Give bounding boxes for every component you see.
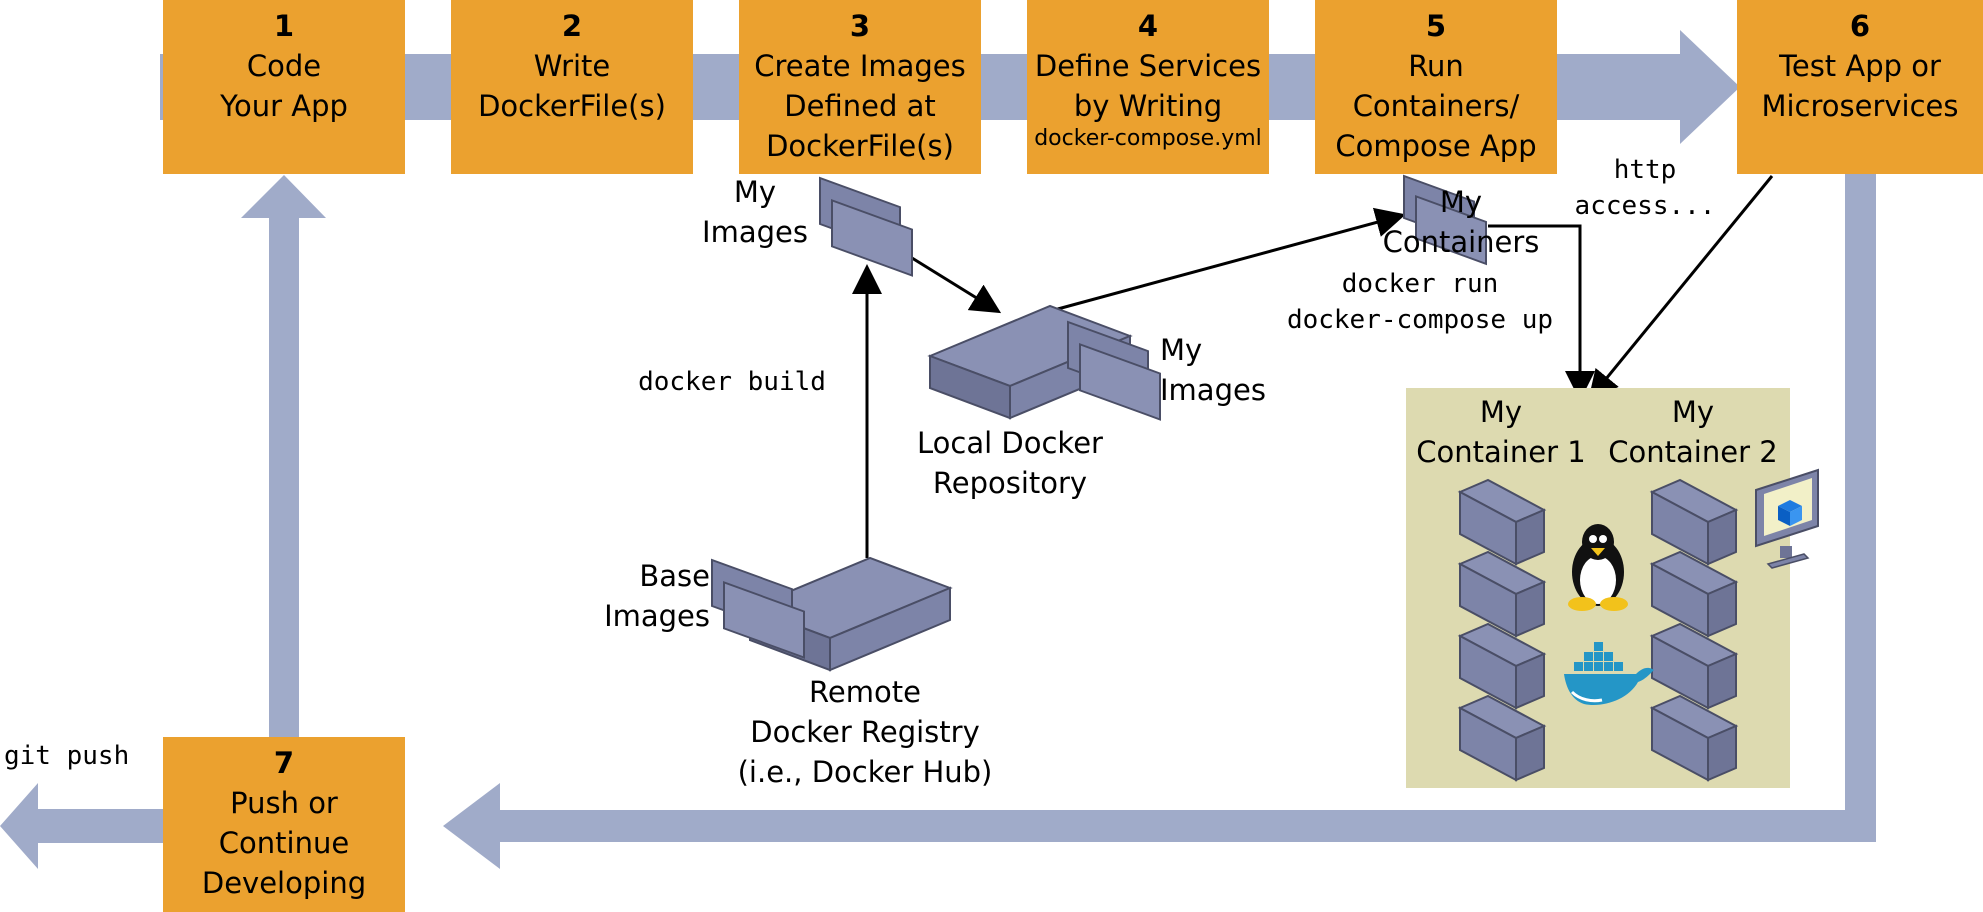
step-sublabel: docker-compose.yml	[1034, 126, 1262, 151]
container-icon	[1649, 622, 1739, 710]
container-icon	[1649, 550, 1739, 638]
container-icon	[1457, 478, 1547, 566]
container-icon	[1649, 694, 1739, 782]
step-label: Run Containers/ Compose App	[1335, 49, 1537, 163]
remote-docker-registry-label: Remote Docker Registry (i.e., Docker Hub…	[737, 675, 993, 789]
step-2-write-dockerfile: 2 Write DockerFile(s)	[451, 0, 693, 174]
step-label: Create Images Defined at DockerFile(s)	[754, 49, 966, 163]
step-number: 2	[561, 9, 583, 43]
step-label: Test App or Microservices	[1761, 49, 1959, 123]
my-container-2-label: My Container 2	[1608, 395, 1778, 469]
step-3-create-images: 3 Create Images Defined at DockerFile(s)	[739, 0, 981, 174]
step-number: 1	[273, 9, 295, 43]
monitor-icon	[1755, 468, 1819, 569]
container-icon	[1457, 622, 1547, 710]
http-access-command: http access...	[1574, 155, 1716, 221]
linux-penguin-icon	[1568, 524, 1628, 611]
my-images-local-label: My Images	[1160, 333, 1266, 407]
my-containers-label: My Containers	[1382, 185, 1540, 259]
step-5-run-containers: 5 Run Containers/ Compose App	[1315, 0, 1557, 174]
step-number: 3	[849, 9, 871, 43]
step-number: 6	[1849, 9, 1871, 43]
docker-whale-icon	[1564, 642, 1654, 706]
step-4-define-services: 4 Define Services by Writing docker-comp…	[1027, 0, 1269, 174]
step-1-code-app: 1 Code Your App	[163, 0, 405, 174]
git-push-command: git push	[4, 741, 130, 771]
container-icon	[1457, 694, 1547, 782]
base-images-label: Base Images	[604, 559, 710, 633]
container2-stack	[1649, 478, 1739, 782]
my-images-label: My Images	[702, 175, 808, 249]
step-number: 7	[273, 746, 295, 780]
container-icon	[1457, 550, 1547, 638]
my-container-1-label: My Container 1	[1416, 395, 1586, 469]
step-7-push-or-continue: 7 Push or Continue Developing	[163, 737, 405, 912]
docker-run-command: docker run docker-compose up	[1286, 269, 1554, 335]
container-icon	[1649, 478, 1739, 566]
step-label: Define Services by Writing	[1034, 49, 1262, 123]
step-6-test-app: 6 Test App or Microservices	[1737, 0, 1983, 174]
step-label: Code Your App	[220, 49, 348, 123]
step-label: Write DockerFile(s)	[478, 49, 666, 123]
step-number: 5	[1425, 9, 1447, 43]
step-number: 4	[1137, 9, 1159, 43]
local-docker-repository-label: Local Docker Repository	[917, 426, 1103, 500]
docker-build-command: docker build	[638, 367, 826, 397]
step-label: Push or Continue Developing	[201, 786, 367, 900]
container1-stack	[1457, 478, 1547, 782]
